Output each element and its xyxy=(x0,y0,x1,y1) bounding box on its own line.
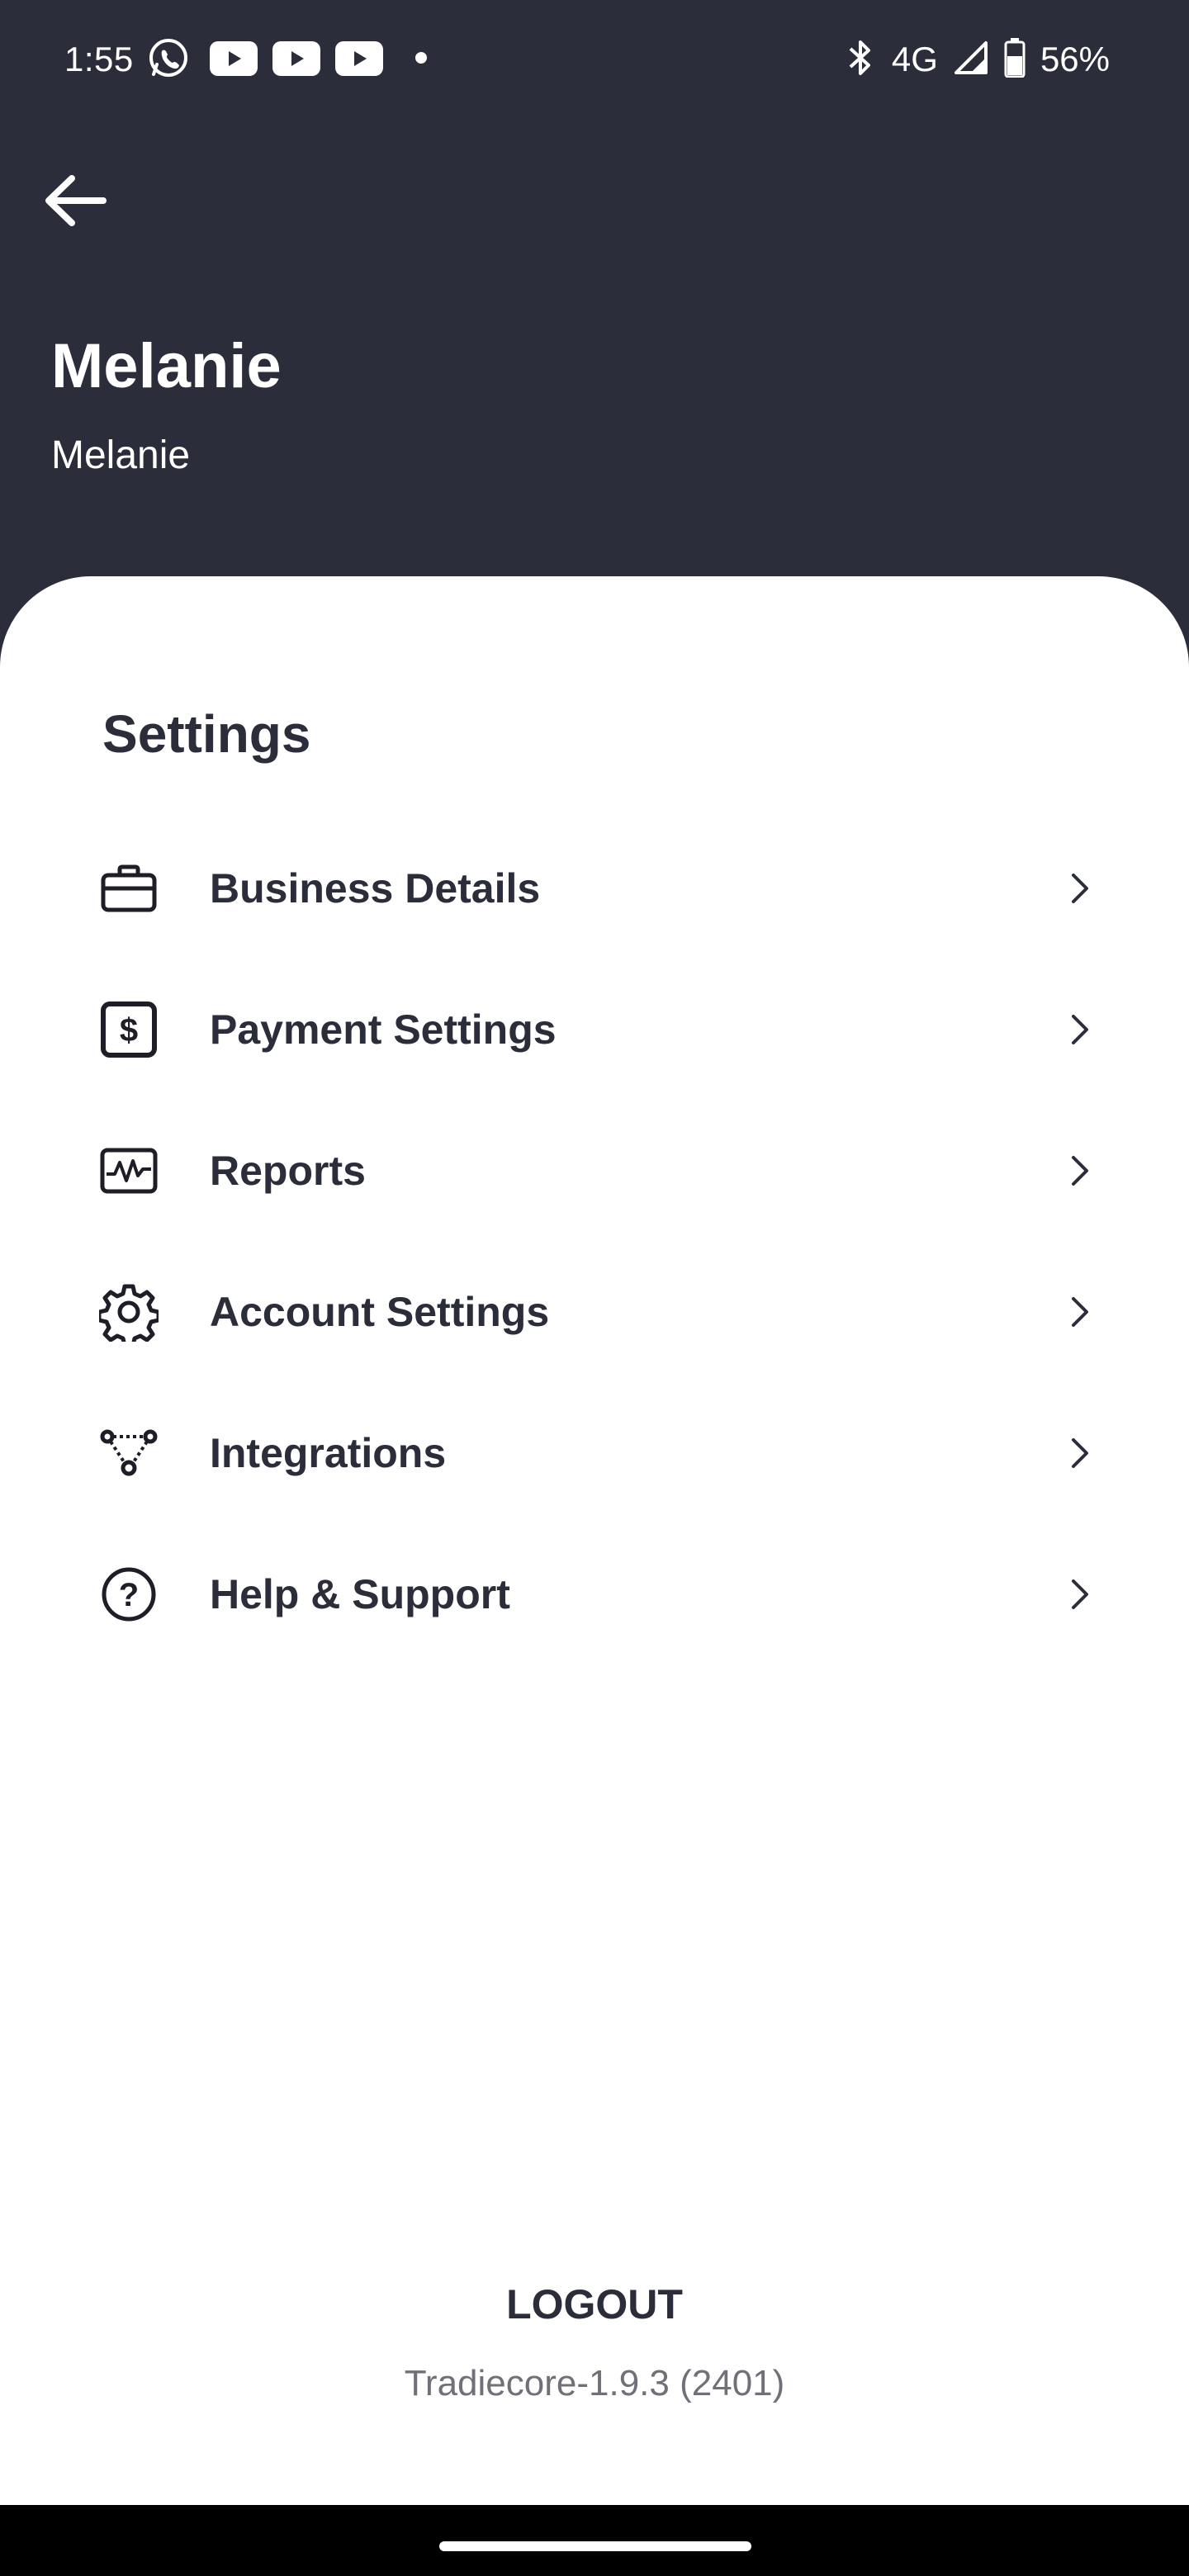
logout-button[interactable]: LOGOUT xyxy=(0,2280,1189,2328)
navigation-bar xyxy=(0,2505,1189,2576)
whatsapp-icon xyxy=(147,36,190,83)
chevron-right-icon xyxy=(1063,1428,1097,1478)
briefcase-icon xyxy=(96,855,162,921)
menu-item-label: Account Settings xyxy=(210,1288,550,1335)
app-version: Tradiecore-1.9.3 (2401) xyxy=(404,2363,785,2403)
menu-item-account-settings[interactable]: Account Settings xyxy=(0,1241,1189,1382)
menu-item-label: Integrations xyxy=(210,1429,447,1476)
dot-icon xyxy=(414,51,428,69)
arrow-left-icon xyxy=(42,172,108,234)
network-type: 4G xyxy=(891,40,938,78)
menu-item-label: Reports xyxy=(210,1147,366,1194)
youtube-icon xyxy=(272,41,320,80)
settings-menu: Business Details $ Payment Settings Repo… xyxy=(0,817,1189,1664)
menu-item-label: Help & Support xyxy=(210,1570,510,1617)
status-indicators: 4G 56% xyxy=(844,35,1110,84)
youtube-icon xyxy=(210,41,258,80)
menu-item-payment-settings[interactable]: $ Payment Settings xyxy=(0,959,1189,1100)
menu-item-label: Payment Settings xyxy=(210,1006,557,1053)
help-circle-icon: ? xyxy=(96,1561,162,1627)
home-indicator[interactable] xyxy=(439,2541,751,2551)
integrations-icon xyxy=(96,1420,162,1486)
battery-percent: 56% xyxy=(1040,40,1110,78)
svg-text:$: $ xyxy=(120,1012,138,1049)
chevron-right-icon xyxy=(1063,864,1097,913)
youtube-icon xyxy=(335,41,383,80)
chevron-right-icon xyxy=(1063,1005,1097,1054)
signal-icon xyxy=(953,40,989,80)
chevron-right-icon xyxy=(1063,1287,1097,1337)
menu-item-help-support[interactable]: ? Help & Support xyxy=(0,1523,1189,1664)
gear-icon xyxy=(96,1279,162,1345)
menu-item-label: Business Details xyxy=(210,864,541,912)
svg-text:?: ? xyxy=(119,1577,139,1613)
activity-chart-icon xyxy=(96,1138,162,1204)
settings-sheet: Settings Business Details $ Payment Sett… xyxy=(0,576,1189,2505)
back-button[interactable] xyxy=(38,165,112,239)
chevron-right-icon xyxy=(1063,1570,1097,1619)
chevron-right-icon xyxy=(1063,1146,1097,1196)
menu-item-business-details[interactable]: Business Details xyxy=(0,817,1189,959)
menu-item-integrations[interactable]: Integrations xyxy=(0,1382,1189,1523)
status-bar: 1:55 4G 56% xyxy=(0,0,1189,116)
profile-subtitle: Melanie xyxy=(51,433,191,477)
bluetooth-icon xyxy=(844,37,877,83)
status-time: 1:55 xyxy=(64,40,134,78)
battery-icon xyxy=(1004,37,1026,82)
dollar-icon: $ xyxy=(96,997,162,1063)
menu-item-reports[interactable]: Reports xyxy=(0,1100,1189,1241)
profile-name: Melanie xyxy=(51,331,282,401)
settings-title: Settings xyxy=(102,704,311,764)
